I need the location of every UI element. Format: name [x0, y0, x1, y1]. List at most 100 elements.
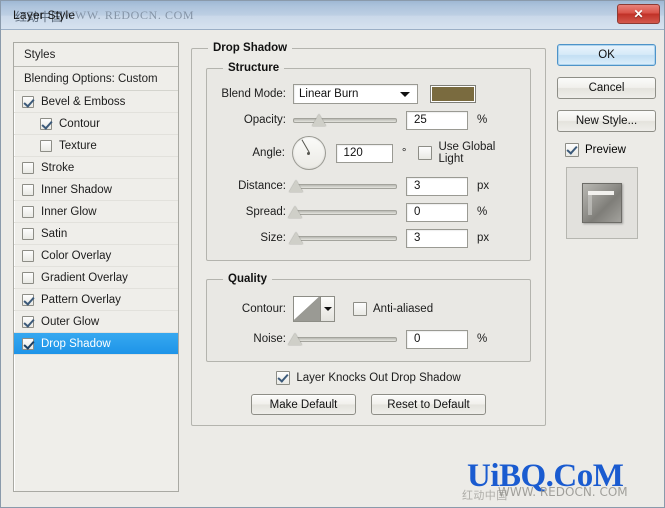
distance-label: Distance: [238, 180, 286, 192]
checkbox-box[interactable] [22, 249, 34, 262]
style-row-bevel-emboss[interactable]: Bevel & Emboss [14, 91, 178, 113]
style-row-inner-glow[interactable]: Inner Glow [14, 201, 178, 223]
checkbox-box[interactable] [22, 161, 34, 174]
style-row-label: Color Overlay [41, 249, 112, 262]
structure-group-title: Structure [228, 62, 280, 74]
style-row-label: Pattern Overlay [41, 293, 121, 306]
anti-aliased-checkbox[interactable]: Anti-aliased [353, 302, 433, 316]
style-row-contour[interactable]: Contour [14, 113, 178, 135]
opacity-row: Opacity: 25 % [215, 108, 522, 132]
spread-row: Spread: 0 % [215, 200, 522, 224]
distance-input[interactable]: 3 [406, 176, 468, 196]
blend-mode-select[interactable]: Linear Burn [293, 84, 418, 104]
knockout-row: Layer Knocks Out Drop Shadow [200, 371, 537, 385]
chevron-down-icon [400, 92, 410, 97]
style-row-outer-glow[interactable]: Outer Glow [14, 311, 178, 333]
angle-dial-hub [307, 151, 311, 155]
style-row-label: Texture [59, 139, 97, 152]
new-style-button[interactable]: New Style... [557, 110, 656, 132]
style-row-label: Bevel & Emboss [41, 95, 126, 108]
style-row-label: Satin [41, 227, 68, 240]
opacity-unit: % [477, 114, 488, 126]
checkbox-box[interactable] [22, 205, 34, 218]
checkbox-box [276, 371, 291, 385]
opacity-label: Opacity: [243, 114, 286, 126]
checkbox-box[interactable] [40, 117, 52, 130]
slider-thumb[interactable] [289, 232, 303, 244]
right-button-panel: OK Cancel New Style... Preview [557, 44, 657, 239]
use-global-light-label: Use Global Light [438, 141, 496, 165]
size-label: Size: [260, 232, 286, 244]
spread-slider[interactable] [288, 203, 397, 221]
blend-mode-value: Linear Burn [299, 88, 359, 100]
distance-unit: px [477, 180, 490, 192]
checkbox-box[interactable] [22, 183, 34, 196]
checkbox-box[interactable] [22, 271, 34, 284]
angle-dial[interactable] [292, 136, 326, 170]
style-row-inner-shadow[interactable]: Inner Shadow [14, 179, 178, 201]
noise-row: Noise: 0 % [215, 327, 522, 351]
spread-input[interactable]: 0 [406, 202, 468, 222]
style-row-texture[interactable]: Texture [14, 135, 178, 157]
style-row-pattern-overlay[interactable]: Pattern Overlay [14, 289, 178, 311]
size-input[interactable]: 3 [406, 228, 468, 248]
layer-knocks-out-label: Layer Knocks Out Drop Shadow [296, 372, 461, 384]
checkbox-box[interactable] [22, 337, 34, 350]
distance-slider[interactable] [289, 177, 397, 195]
use-global-light-checkbox[interactable]: Use Global Light [418, 141, 522, 165]
size-slider[interactable] [289, 229, 397, 247]
blending-options-item[interactable]: Blending Options: Custom [14, 67, 178, 91]
checkbox-box[interactable] [22, 315, 34, 328]
title-watermark-url: WWW. REDOCN. COM [63, 8, 195, 22]
angle-unit: ° [401, 147, 407, 159]
slider-thumb[interactable] [288, 206, 302, 218]
style-row-stroke[interactable]: Stroke [14, 157, 178, 179]
style-row-label: Gradient Overlay [41, 271, 128, 284]
style-row-label: Inner Glow [41, 205, 97, 218]
blend-mode-label: Blend Mode: [221, 88, 286, 100]
slider-track [293, 184, 397, 189]
checkbox-box[interactable] [22, 95, 34, 108]
blend-mode-row: Blend Mode: Linear Burn [215, 82, 522, 106]
slider-track [293, 118, 397, 123]
angle-label: Angle: [252, 147, 285, 159]
style-row-drop-shadow[interactable]: Drop Shadow [14, 333, 178, 355]
style-row-satin[interactable]: Satin [14, 223, 178, 245]
slider-thumb[interactable] [312, 114, 326, 126]
chevron-down-icon[interactable] [320, 297, 334, 321]
angle-input[interactable]: 120 [335, 143, 393, 163]
shadow-color-swatch[interactable] [430, 85, 476, 103]
checkbox-box[interactable] [40, 139, 52, 152]
structure-group: Structure Blend Mode: Linear Burn Opacit… [206, 62, 531, 261]
style-row-color-overlay[interactable]: Color Overlay [14, 245, 178, 267]
cancel-button[interactable]: Cancel [557, 77, 656, 99]
make-default-button[interactable]: Make Default [251, 394, 356, 415]
angle-dial-hand [301, 139, 310, 153]
styles-list: Bevel & Emboss Contour Texture Stroke Inner … [14, 91, 178, 355]
ok-button[interactable]: OK [557, 44, 656, 66]
opacity-input[interactable]: 25 [406, 110, 468, 130]
close-icon[interactable]: ✕ [617, 4, 660, 24]
preview-checkbox[interactable]: Preview [565, 143, 657, 157]
checkbox-box [565, 143, 579, 157]
style-row-gradient-overlay[interactable]: Gradient Overlay [14, 267, 178, 289]
default-buttons: Make Default Reset to Default [200, 394, 537, 415]
size-unit: px [477, 232, 490, 244]
contour-preview-select[interactable] [293, 296, 335, 322]
window-title: Layer Style [13, 8, 76, 22]
contour-row: Contour: Anti-aliased [215, 293, 522, 325]
slider-thumb[interactable] [289, 180, 303, 192]
reset-to-default-button[interactable]: Reset to Default [371, 394, 486, 415]
checkbox-box[interactable] [22, 293, 34, 306]
spread-unit: % [477, 206, 488, 218]
dialog-body: Styles Blending Options: Custom Bevel & … [1, 30, 664, 507]
checkbox-box[interactable] [22, 227, 34, 240]
angle-row: Angle: 120 ° Use Global Light [215, 134, 522, 172]
watermark-redocn-url: WWW. REDOCN. COM [498, 485, 628, 499]
opacity-slider[interactable] [293, 111, 397, 129]
noise-slider[interactable] [288, 330, 397, 348]
drop-shadow-group-title: Drop Shadow [213, 42, 288, 54]
slider-thumb[interactable] [288, 333, 302, 345]
layer-knocks-out-checkbox[interactable]: Layer Knocks Out Drop Shadow [276, 371, 461, 385]
noise-input[interactable]: 0 [406, 329, 468, 349]
